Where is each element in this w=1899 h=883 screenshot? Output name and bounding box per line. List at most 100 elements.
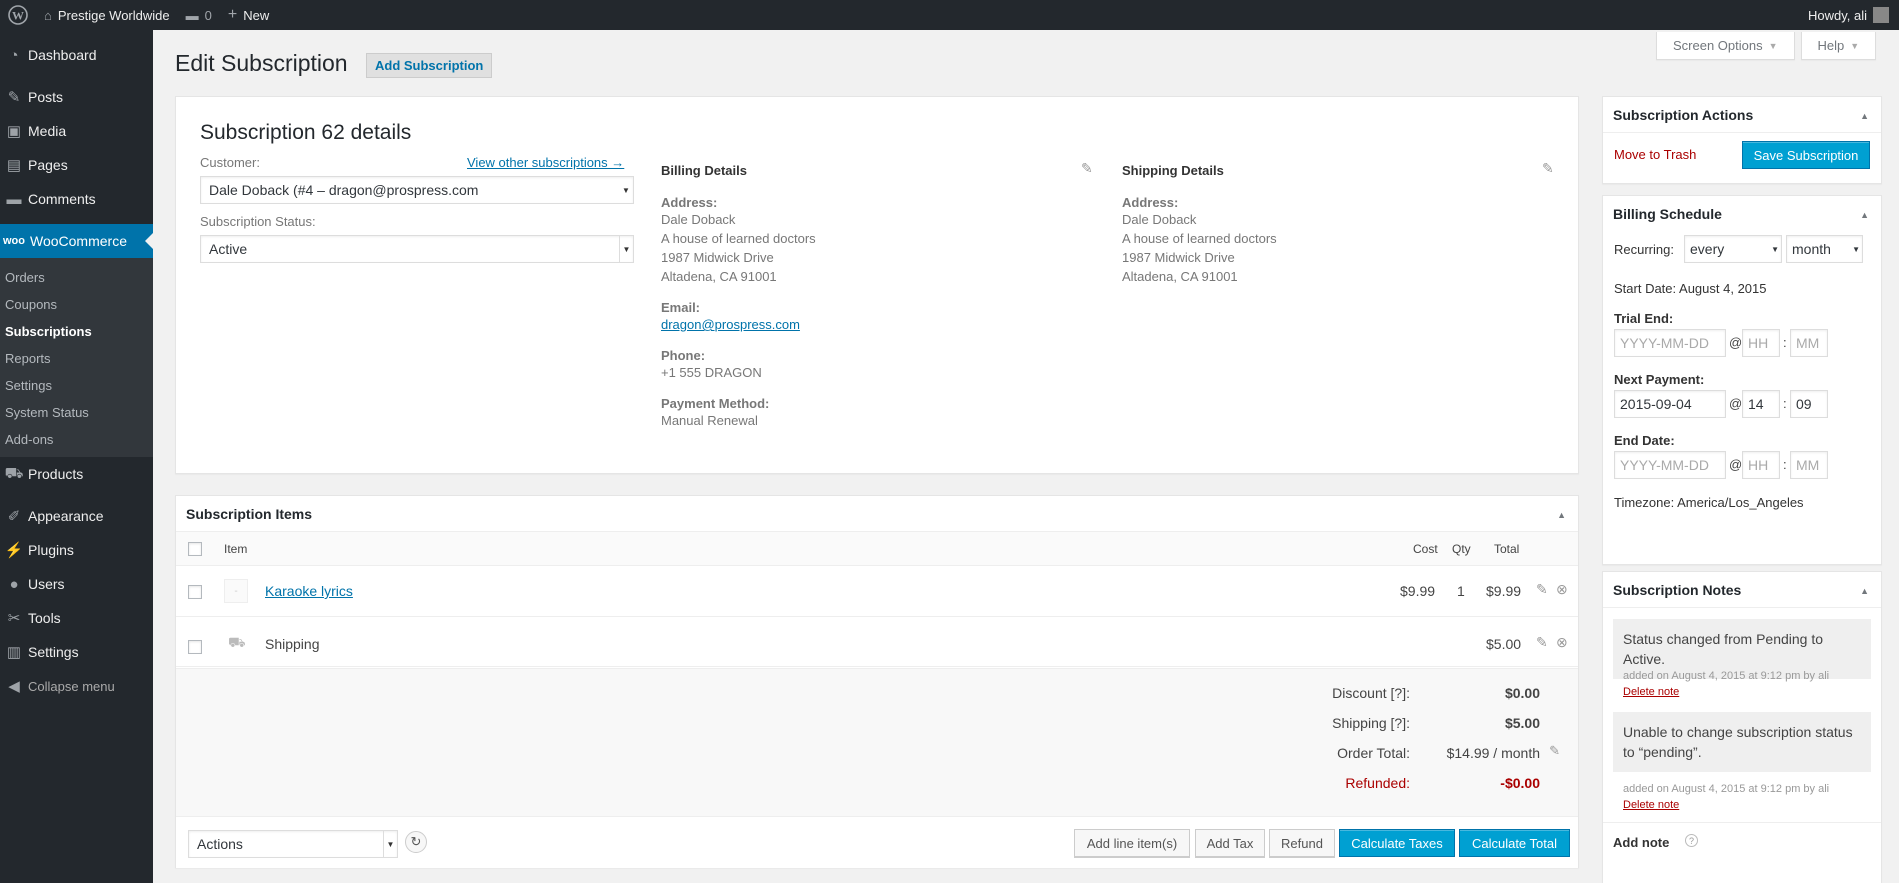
billing-phone-value: +1 555 DRAGON — [661, 365, 762, 380]
order-total-value: $14.99 / month — [1446, 745, 1540, 761]
row-checkbox[interactable] — [188, 585, 202, 599]
edit-billing-pencil-icon[interactable]: ✎ — [1081, 160, 1093, 177]
dropdown-arrow-icon: ▼ — [383, 831, 397, 857]
end-date-input[interactable]: YYYY-MM-DD — [1614, 451, 1726, 479]
end-date-minute-input[interactable]: MM — [1790, 451, 1828, 479]
collapse-toggle-icon[interactable]: ▲ — [1860, 586, 1869, 596]
sidebar-item-comments[interactable]: ▬ Comments — [0, 182, 153, 216]
billing-schedule-heading[interactable]: Billing Schedule ▲ — [1603, 196, 1881, 232]
sidebar-item-media[interactable]: ▣ Media — [0, 114, 153, 148]
sidebar-item-settings[interactable]: ▥ Settings — [0, 635, 153, 669]
pin-icon: ✎ — [7, 89, 21, 106]
end-date-hour-input[interactable]: HH — [1742, 451, 1780, 479]
refunded-label: Refunded: — [1345, 775, 1410, 791]
next-payment-minute-input[interactable]: 09 — [1790, 390, 1828, 418]
sidebar-item-label: Posts — [28, 89, 64, 105]
add-line-items-button[interactable]: Add line item(s) — [1074, 829, 1190, 857]
woocommerce-submenu: Orders Coupons Subscriptions Reports Set… — [0, 258, 153, 457]
help-tip-icon[interactable]: ? — [1685, 834, 1698, 847]
product-link[interactable]: Karaoke lyrics — [265, 583, 353, 599]
sidebar-item-products[interactable]: ⛟ Products — [0, 457, 153, 491]
plus-icon: + — [227, 6, 238, 23]
collapse-toggle-icon[interactable]: ▲ — [1860, 111, 1869, 121]
shipping-address-line: A house of learned doctors — [1122, 231, 1277, 246]
comments-link[interactable]: ▬ 0 — [178, 0, 220, 30]
wordpress-logo-icon[interactable]: W — [0, 0, 36, 30]
billing-email-label: Email: — [661, 300, 701, 315]
next-payment-hour-input[interactable]: 14 — [1742, 390, 1780, 418]
help-button[interactable]: Help ▼ — [1800, 32, 1877, 60]
caret-down-icon: ▼ — [1768, 40, 1778, 51]
calculate-taxes-button[interactable]: Calculate Taxes — [1339, 829, 1455, 857]
add-subscription-button[interactable]: Add Subscription — [366, 53, 493, 78]
trial-end-hour-input[interactable]: HH — [1742, 329, 1780, 357]
sidebar-item-woocommerce[interactable]: woo WooCommerce — [0, 224, 153, 258]
shipping-heading: Shipping Details — [1122, 163, 1224, 178]
save-subscription-button[interactable]: Save Subscription — [1742, 141, 1870, 169]
screen-options-button[interactable]: Screen Options ▼ — [1656, 32, 1795, 60]
edit-shipping-pencil-icon[interactable]: ✎ — [1542, 160, 1554, 177]
add-tax-button[interactable]: Add Tax — [1195, 829, 1265, 857]
trial-end-date-input[interactable]: YYYY-MM-DD — [1614, 329, 1726, 357]
sidebar-item-plugins[interactable]: ⚡ Plugins — [0, 533, 153, 567]
submenu-subscriptions[interactable]: Subscriptions — [0, 318, 153, 345]
collapse-toggle-icon[interactable]: ▲ — [1557, 510, 1566, 520]
delete-item-icon[interactable]: ⊗ — [1556, 581, 1568, 598]
sidebar-item-tools[interactable]: ✂ Tools — [0, 601, 153, 635]
sidebar-item-label: Users — [28, 576, 65, 592]
submenu-settings[interactable]: Settings — [0, 372, 153, 399]
edit-item-pencil-icon[interactable]: ✎ — [1536, 581, 1548, 598]
calculate-total-button[interactable]: Calculate Total — [1459, 829, 1570, 857]
collapse-menu-button[interactable]: ◀ Collapse menu — [0, 669, 153, 703]
site-name-link[interactable]: ⌂ Prestige Worldwide — [36, 0, 178, 30]
sidebar-item-label: Pages — [28, 157, 68, 173]
move-to-trash-link[interactable]: Move to Trash — [1614, 147, 1696, 162]
collapse-toggle-icon[interactable]: ▲ — [1860, 210, 1869, 220]
refunded-value: -$0.00 — [1500, 775, 1540, 791]
next-payment-date-input[interactable]: 2015-09-04 — [1614, 390, 1726, 418]
edit-item-pencil-icon[interactable]: ✎ — [1536, 634, 1548, 651]
refund-button[interactable]: Refund — [1269, 829, 1335, 857]
status-select[interactable]: Active ▼ — [200, 235, 634, 263]
submenu-coupons[interactable]: Coupons — [0, 291, 153, 318]
edit-total-pencil-icon[interactable]: ✎ — [1549, 743, 1560, 759]
subscription-notes-heading[interactable]: Subscription Notes ▲ — [1603, 572, 1881, 608]
customer-select[interactable]: Dale Doback (#4 – dragon@prospress.com ▼ — [200, 176, 634, 204]
trial-end-minute-input[interactable]: MM — [1790, 329, 1828, 357]
sidebar-item-posts[interactable]: ✎ Posts — [0, 80, 153, 114]
bulk-actions-select[interactable]: Actions ▼ — [188, 830, 398, 858]
sidebar-item-appearance[interactable]: ✐ Appearance — [0, 499, 153, 533]
column-qty: Qty — [1452, 542, 1471, 556]
subscription-actions-heading[interactable]: Subscription Actions ▲ — [1603, 97, 1881, 133]
delete-note-link[interactable]: Delete note — [1623, 799, 1679, 811]
items-heading[interactable]: Subscription Items ▲ — [176, 496, 1578, 532]
billing-email-link[interactable]: dragon@prospress.com — [661, 317, 800, 332]
payment-method-value: Manual Renewal — [661, 413, 758, 428]
sidebar-item-pages[interactable]: ▤ Pages — [0, 148, 153, 182]
wrench-icon: ✂ — [7, 610, 21, 627]
submenu-orders[interactable]: Orders — [0, 264, 153, 291]
sidebar-item-label: Plugins — [28, 542, 74, 558]
sidebar-item-dashboard[interactable]: ◔ Dashboard — [0, 38, 153, 72]
submenu-reports[interactable]: Reports — [0, 345, 153, 372]
sidebar-item-users[interactable]: ● Users — [0, 567, 153, 601]
billing-period-select[interactable]: month ▼ — [1786, 235, 1863, 263]
delete-item-icon[interactable]: ⊗ — [1556, 634, 1568, 651]
submenu-system-status[interactable]: System Status — [0, 399, 153, 426]
submenu-add-ons[interactable]: Add-ons — [0, 426, 153, 453]
table-row: - Karaoke lyrics $9.99 1 $9.99 ✎ ⊗ — [176, 567, 1578, 617]
new-content-link[interactable]: + New — [220, 0, 277, 30]
refresh-icon[interactable]: ↻ — [405, 831, 427, 853]
dropdown-arrow-icon: ▼ — [1771, 244, 1779, 254]
select-all-checkbox[interactable] — [188, 542, 202, 556]
main-content: Screen Options ▼ Help ▼ Edit Subscription … — [153, 30, 1899, 883]
timezone-text: Timezone: America/Los_Angeles — [1614, 495, 1804, 510]
billing-interval-value: every — [1690, 241, 1725, 257]
billing-interval-select[interactable]: every ▼ — [1684, 235, 1782, 263]
row-checkbox[interactable] — [188, 640, 202, 654]
view-other-subscriptions-link[interactable]: View other subscriptions → — [467, 155, 624, 170]
order-total-row: Order Total: $14.99 / month — [1210, 745, 1540, 761]
delete-note-link[interactable]: Delete note — [1623, 686, 1679, 698]
billing-address-block: Address: Dale Doback A house of learned … — [661, 195, 816, 430]
account-menu[interactable]: Howdy, ali — [1800, 0, 1899, 30]
